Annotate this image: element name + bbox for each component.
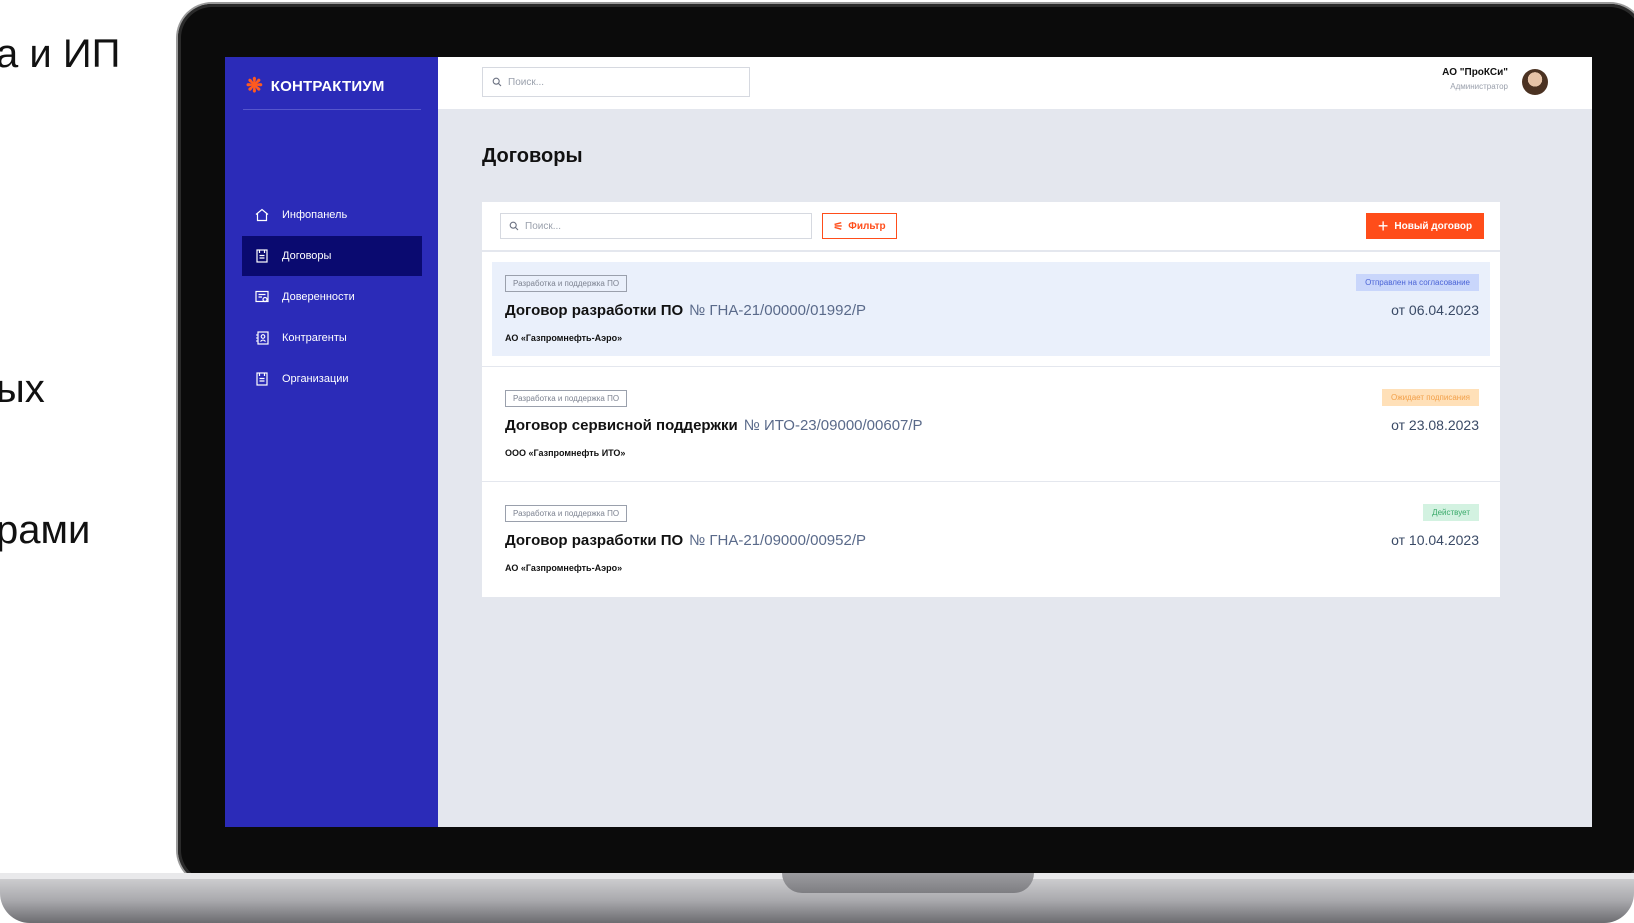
contract-date: от 06.04.2023 bbox=[1391, 302, 1479, 318]
contract-card[interactable]: Разработка и поддержка ПО Договор разраб… bbox=[482, 252, 1500, 367]
contract-category-tag: Разработка и поддержка ПО bbox=[505, 275, 628, 292]
sidebar-item-powers-of-attorney[interactable]: Доверенности bbox=[242, 277, 422, 317]
sidebar-nav: Инфопанель Договоры Доверенности Контраг… bbox=[242, 195, 422, 400]
contracts-search-input[interactable]: Поиск... bbox=[500, 213, 812, 239]
filter-button[interactable]: ⚟ Фильтр bbox=[822, 213, 897, 239]
search-icon bbox=[509, 221, 519, 231]
search-placeholder: Поиск... bbox=[508, 76, 545, 88]
sidebar-item-label: Организации bbox=[282, 373, 349, 385]
top-bar: Поиск... АО "ПроКСи" Администратор bbox=[438, 57, 1592, 109]
sidebar-divider bbox=[243, 109, 421, 110]
slide-text-line-2: ых bbox=[0, 367, 45, 411]
search-icon bbox=[492, 77, 502, 87]
home-icon bbox=[254, 207, 270, 223]
sidebar-item-counterparties[interactable]: Контрагенты bbox=[242, 318, 422, 358]
document-icon bbox=[254, 371, 270, 387]
page-title: Договоры bbox=[482, 145, 583, 167]
avatar[interactable] bbox=[1522, 69, 1548, 95]
new-contract-label: Новый договор bbox=[1394, 220, 1473, 232]
organization-name: АО "ПроКСи" bbox=[1442, 67, 1508, 78]
contract-date: от 23.08.2023 bbox=[1391, 417, 1479, 433]
sidebar-item-label: Контрагенты bbox=[282, 332, 347, 344]
user-role: Администратор bbox=[1450, 82, 1508, 91]
slide-text-line-1: а и ИП bbox=[0, 32, 121, 76]
account-block[interactable]: АО "ПроКСи" Администратор bbox=[1442, 67, 1508, 91]
contract-name: Договор сервисной поддержки bbox=[505, 417, 738, 434]
contract-title: Договор разработки ПО № ГНА-21/00000/0199… bbox=[505, 302, 866, 320]
plus-icon: + bbox=[1377, 216, 1389, 236]
status-badge: Отправлен на согласование bbox=[1356, 274, 1479, 291]
laptop-notch bbox=[782, 873, 1034, 893]
contract-number: № ГНА-21/00000/01992/Р bbox=[689, 302, 866, 319]
global-search-input[interactable]: Поиск... bbox=[482, 67, 750, 97]
sidebar-item-organizations[interactable]: Организации bbox=[242, 359, 422, 399]
logo-asterisk-icon: ❋ bbox=[246, 75, 263, 97]
contract-category-tag: Разработка и поддержка ПО bbox=[505, 505, 628, 522]
status-badge: Ожидает подписания bbox=[1382, 389, 1479, 406]
search-placeholder: Поиск... bbox=[525, 220, 562, 232]
contracts-list: Разработка и поддержка ПО Договор разраб… bbox=[482, 252, 1500, 597]
logo-text: КОНТРАКТИУМ bbox=[270, 77, 385, 95]
sidebar-item-label: Договоры bbox=[282, 250, 332, 262]
contract-counterparty: ООО «Газпромнефть ИТО» bbox=[505, 448, 626, 458]
slide-text-line-3: рами bbox=[0, 508, 91, 552]
contract-card-body: Разработка и поддержка ПО Договор сервис… bbox=[492, 377, 1490, 471]
sidebar-item-contracts[interactable]: Договоры bbox=[242, 236, 422, 276]
sidebar-item-label: Доверенности bbox=[282, 291, 355, 303]
document-icon bbox=[254, 248, 270, 264]
app-screen: ❋ КОНТРАКТИУМ Инфопанель Договоры Довере… bbox=[225, 57, 1592, 827]
contract-name: Договор разработки ПО bbox=[505, 532, 684, 549]
contract-number: № ИТО-23/09000/00607/Р bbox=[743, 417, 923, 434]
status-badge: Действует bbox=[1423, 504, 1479, 521]
contract-counterparty: АО «Газпромнефть-Аэро» bbox=[505, 563, 623, 573]
filter-label: Фильтр bbox=[848, 220, 886, 232]
sidebar-item-infopanel[interactable]: Инфопанель bbox=[242, 195, 422, 235]
sidebar: ❋ КОНТРАКТИУМ Инфопанель Договоры Довере… bbox=[225, 57, 438, 827]
contract-card[interactable]: Разработка и поддержка ПО Договор разраб… bbox=[482, 482, 1500, 597]
new-contract-button[interactable]: + Новый договор bbox=[1366, 213, 1484, 239]
contacts-icon bbox=[254, 330, 270, 346]
certificate-icon bbox=[254, 289, 270, 305]
contract-card-body: Разработка и поддержка ПО Договор разраб… bbox=[492, 262, 1490, 356]
contract-card[interactable]: Разработка и поддержка ПО Договор сервис… bbox=[482, 367, 1500, 482]
app-logo[interactable]: ❋ КОНТРАКТИУМ bbox=[246, 73, 385, 99]
contract-number: № ГНА-21/09000/00952/Р bbox=[689, 532, 866, 549]
contracts-toolbar: Поиск... ⚟ Фильтр + Новый договор bbox=[482, 202, 1500, 252]
contract-title: Договор разработки ПО № ГНА-21/09000/0095… bbox=[505, 532, 866, 550]
sidebar-item-label: Инфопанель bbox=[282, 209, 348, 221]
contract-title: Договор сервисной поддержки № ИТО-23/0900… bbox=[505, 417, 923, 435]
contract-name: Договор разработки ПО bbox=[505, 302, 684, 319]
contract-card-body: Разработка и поддержка ПО Договор разраб… bbox=[492, 492, 1490, 586]
contract-counterparty: АО «Газпромнефть-Аэро» bbox=[505, 333, 623, 343]
contract-category-tag: Разработка и поддержка ПО bbox=[505, 390, 628, 407]
contract-date: от 10.04.2023 bbox=[1391, 532, 1479, 548]
filter-sliders-icon: ⚟ bbox=[833, 220, 844, 233]
